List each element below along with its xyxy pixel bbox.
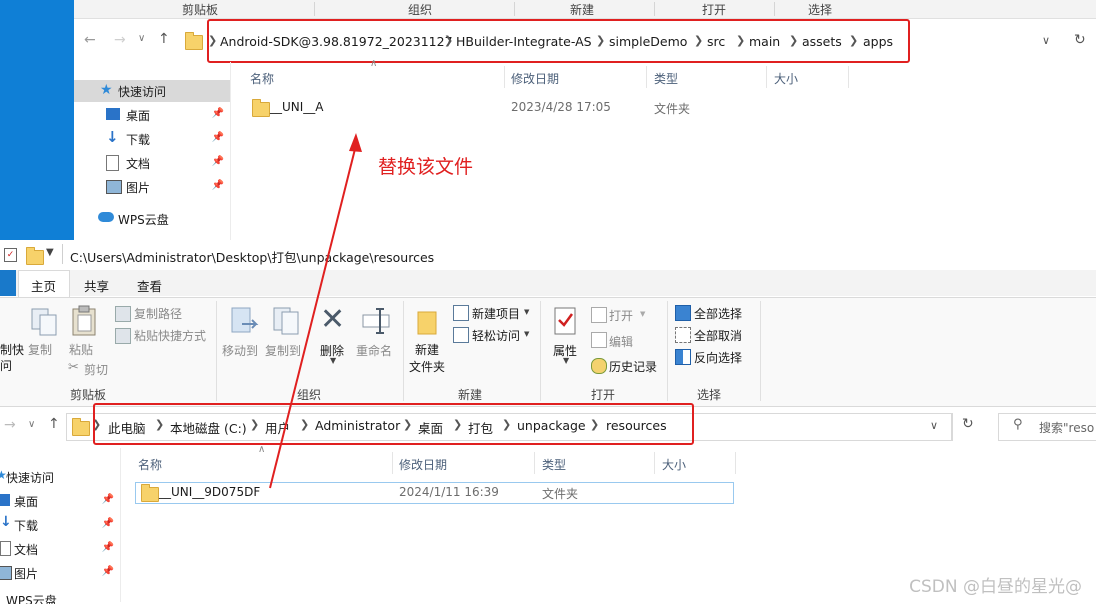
watermark: CSDN @白昼的星光@: [909, 577, 1082, 597]
annotation-arrow: [269, 133, 362, 489]
